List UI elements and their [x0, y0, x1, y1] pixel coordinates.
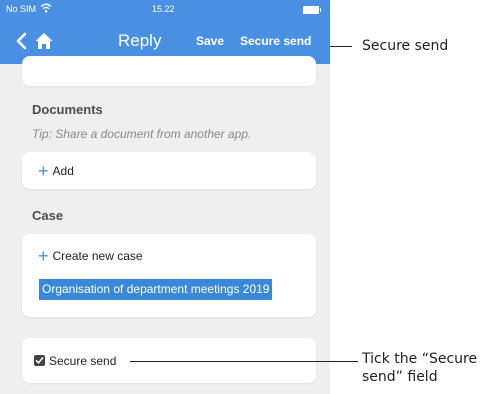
previous-card [22, 56, 316, 86]
create-new-case-label: Create new case [52, 249, 143, 263]
documents-tip: Tip: Share a document from another app. [32, 127, 252, 141]
callout-line-bottom-inner [130, 361, 330, 362]
documents-heading: Documents [32, 102, 103, 117]
annotation-tick-line1: Tick the “Secure [362, 351, 478, 367]
secure-send-checkbox-row[interactable]: Secure send [34, 354, 116, 368]
secure-send-checkbox[interactable] [34, 355, 45, 366]
plus-icon: + [38, 246, 49, 266]
home-icon[interactable] [34, 31, 54, 51]
selected-case[interactable]: Organisation of department meetings 2019 [39, 279, 273, 300]
battery-icon [303, 6, 321, 14]
plus-icon: + [38, 161, 49, 181]
save-button[interactable]: Save [196, 34, 224, 48]
clock: 15.22 [152, 4, 175, 14]
back-chevron-icon[interactable] [12, 30, 32, 52]
create-new-case-button[interactable]: + Create new case [38, 246, 143, 266]
annotation-secure-send: Secure send [362, 38, 449, 54]
annotation-tick-line2: send” field [362, 369, 438, 385]
case-card: + Create new case Organisation of departm… [22, 234, 316, 317]
phone-screen: No SIM 15.22 Reply Save Secure send Docu… [0, 0, 330, 394]
callout-line-bottom [330, 361, 358, 362]
secure-send-checkbox-label: Secure send [49, 354, 117, 368]
documents-card: + Add [22, 152, 316, 189]
wifi-icon [40, 3, 52, 13]
add-document-label: Add [52, 164, 74, 178]
add-document-button[interactable]: + Add [38, 161, 74, 181]
checkmark-icon [35, 357, 44, 364]
status-bar: No SIM 15.22 [0, 0, 330, 18]
secure-send-button[interactable]: Secure send [240, 34, 311, 48]
page-title: Reply [118, 31, 162, 50]
callout-line-top [330, 46, 352, 47]
carrier-label: No SIM [6, 4, 37, 14]
case-heading: Case [32, 208, 64, 223]
